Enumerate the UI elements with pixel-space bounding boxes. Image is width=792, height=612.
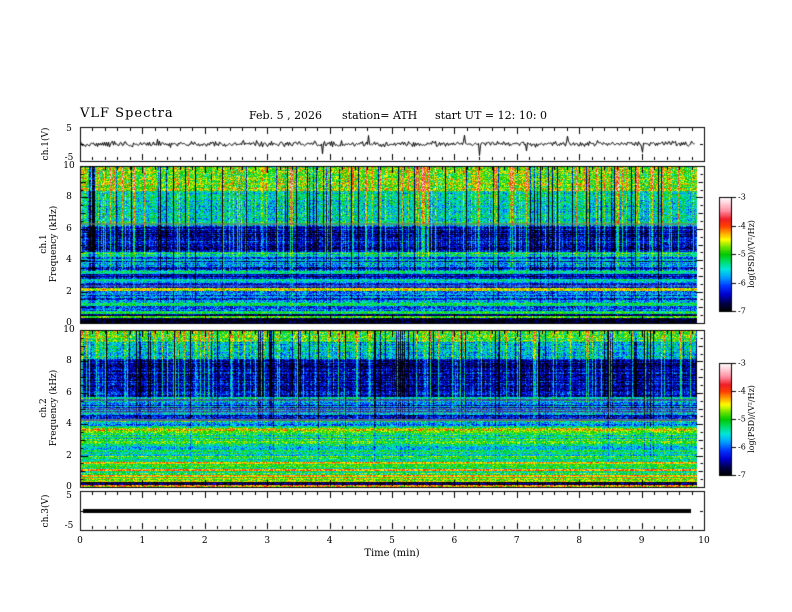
plot-canvas (0, 0, 792, 612)
colorbar1-tick-label: -3 (738, 192, 746, 202)
station-label: station= ATH (342, 109, 418, 122)
ch2-freq-tick-label: 4 (66, 419, 72, 430)
start-ut-label: start UT = 12: 10: 0 (435, 109, 548, 122)
time-tick-label: 0 (77, 536, 83, 546)
date-label: Feb. 5 , 2026 (249, 109, 323, 122)
ch1-freq-tick-label: 8 (66, 192, 72, 203)
time-tick-label: 7 (513, 536, 520, 546)
colorbar2-tick-label: -3 (738, 358, 746, 368)
time-tick-label: 5 (389, 536, 395, 546)
ch1-freq-tick-label: 6 (66, 223, 72, 234)
ch2-freq-tick-label: 6 (66, 387, 72, 398)
time-tick-label: 3 (264, 536, 271, 546)
colorbar2-tick-label: -4 (738, 386, 746, 396)
ch2-spec-axis-label: ch.2 Frequency (kHz) (39, 370, 59, 447)
ch1-spec-channel-label: ch.1 (39, 234, 49, 254)
colorbar2-tick-label: -7 (738, 470, 746, 480)
ch2-spec-channel-label: ch.2 (39, 398, 49, 418)
colorbar1-axis-label: log(PSD)/(V²/Hz) (747, 220, 756, 288)
ch1-freq-tick-label: 4 (66, 255, 72, 266)
colorbar1-tick-label: -4 (738, 221, 746, 230)
ch2-freq-tick-label: 8 (66, 356, 72, 367)
time-tick-label: 9 (638, 536, 645, 546)
colorbar2-tick-label: -6 (738, 442, 746, 452)
ch2-freq-tick-label: 2 (66, 450, 72, 461)
plot-title: VLF Spectra (80, 106, 174, 121)
colorbar1-tick-label: -6 (738, 278, 746, 287)
ch1-freq-tick-label: 0 (66, 318, 72, 328)
ch1-spec-axis-label: ch.1 Frequency (kHz) (39, 206, 59, 283)
ch1-wave-axis-label: ch.1(V) (41, 127, 51, 161)
ch1-volt-tick-label: 5 (66, 124, 72, 134)
time-axis-label: Time (min) (364, 548, 420, 559)
ch2-freq-axis-label: Frequency (kHz) (49, 369, 59, 447)
ch3-volt-tick-label: -5 (64, 521, 74, 531)
time-tick-label: 4 (326, 536, 333, 546)
time-tick-label: 10 (698, 536, 710, 546)
colorbar1-tick-label: -7 (738, 306, 746, 316)
vlf-spectra-plot: VLF Spectra Feb. 5 , 2026 station= ATH s… (0, 0, 792, 612)
time-tick-label: 8 (576, 536, 583, 546)
colorbar2-tick-label: -5 (738, 414, 746, 424)
ch3-wave-axis-label: ch.3(V) (41, 494, 51, 528)
time-tick-label: 6 (451, 536, 458, 546)
colorbar2-axis-label: log(PSD)/(V²/Hz) (747, 385, 756, 453)
ch3-volt-tick-label: 5 (66, 491, 72, 501)
time-tick-label: 2 (201, 536, 208, 546)
time-tick-label: 1 (139, 536, 146, 546)
ch1-freq-axis-label: Frequency (kHz) (49, 205, 59, 283)
colorbar1-tick-label: -5 (738, 249, 746, 259)
ch1-freq-tick-label: 2 (66, 286, 72, 297)
ch1-volt-tick-label: -5 (64, 153, 74, 163)
